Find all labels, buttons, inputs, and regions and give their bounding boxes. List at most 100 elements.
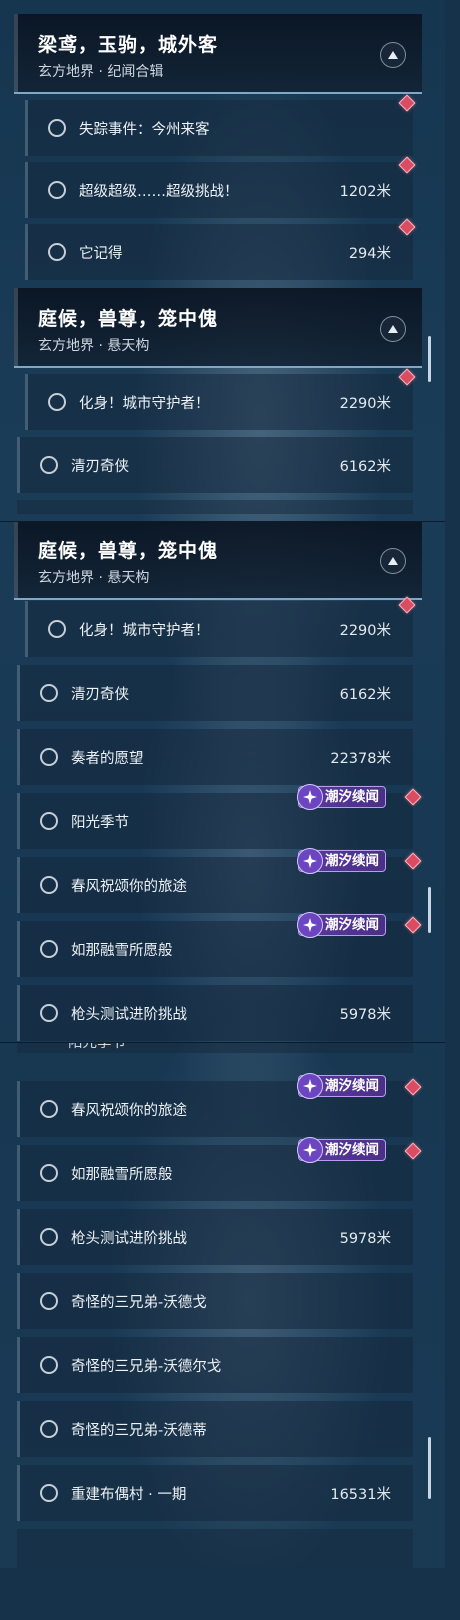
scrollbar-thumb[interactable] <box>428 1437 431 1499</box>
quest-label: 清刃奇侠 <box>71 459 129 475</box>
tag-label: 潮汐续闻 <box>325 917 379 933</box>
quest-group-header[interactable]: 庭候，兽尊，笼中傀 玄方地界 · 悬天构 <box>14 288 422 368</box>
quest-item[interactable]: 奇怪的三兄弟-沃德戈 <box>17 1273 413 1329</box>
tidal-tag-badge: 潮汐续闻 <box>297 848 386 874</box>
radio-empty-icon <box>40 812 58 830</box>
chevron-up-icon <box>388 325 398 333</box>
list-item-partial <box>17 500 413 514</box>
radio-empty-icon <box>40 1100 58 1118</box>
quest-item[interactable]: 化身！城市守护者！ 2290米 <box>25 374 413 430</box>
quest-item[interactable]: 奇怪的三兄弟-沃德尔戈 <box>17 1337 413 1393</box>
collapse-button[interactable] <box>380 548 406 574</box>
tidal-tag-badge: 潮汐续闻 <box>297 784 386 810</box>
quest-label: 奇怪的三兄弟-沃德尔戈 <box>71 1359 222 1375</box>
quest-list-panel-2: 庭候，兽尊，笼中傀 玄方地界 · 悬天构 化身！城市守护者！ 2290米 清刃奇… <box>0 521 445 1042</box>
radio-empty-icon <box>40 1004 58 1022</box>
scrollbar-thumb[interactable] <box>428 887 431 933</box>
quest-item[interactable]: 清刃奇侠 6162米 <box>17 665 413 721</box>
radio-empty-icon <box>48 181 66 199</box>
quest-group-title: 庭候，兽尊，笼中傀 <box>38 540 219 562</box>
quest-distance: 6162米 <box>339 459 391 475</box>
scrollbar-thumb[interactable] <box>428 336 431 382</box>
quest-label: 枪头测试进阶挑战 <box>71 1007 187 1023</box>
radio-empty-icon <box>40 1484 58 1502</box>
quest-group-subtitle: 玄方地界 · 悬天构 <box>38 338 150 354</box>
radio-empty-icon <box>48 119 66 137</box>
quest-item[interactable]: 化身！城市守护者！ 2290米 <box>25 601 413 657</box>
tidal-tag-badge: 潮汐续闻 <box>297 1073 386 1099</box>
tag-label: 潮汐续闻 <box>325 853 379 869</box>
quest-distance: 22378米 <box>330 751 391 767</box>
quest-item[interactable]: 它记得 294米 <box>25 224 413 280</box>
quest-item[interactable]: 枪头测试进阶挑战 5978米 <box>17 1209 413 1265</box>
chevron-up-icon <box>388 51 398 59</box>
radio-empty-icon <box>48 243 66 261</box>
quest-item[interactable]: 奇怪的三兄弟-沃德蒂 <box>17 1401 413 1457</box>
quest-item[interactable]: 奏者的愿望 22378米 <box>17 729 413 785</box>
quest-label: 如那融雪所愿般 <box>71 1167 173 1183</box>
radio-empty-icon <box>40 876 58 894</box>
quest-item[interactable]: 重建布偶村 · 一期 16531米 <box>17 1465 413 1521</box>
quest-distance: 6162米 <box>339 687 391 703</box>
tag-label: 潮汐续闻 <box>325 1078 379 1094</box>
quest-label: 化身！城市守护者！ <box>79 396 210 412</box>
quest-distance: 16531米 <box>330 1487 391 1503</box>
chevron-up-icon <box>388 557 398 565</box>
quest-label: 春风祝颂你的旅途 <box>71 1103 187 1119</box>
quest-group-header[interactable]: 庭候，兽尊，笼中傀 玄方地界 · 悬天构 <box>14 522 422 600</box>
radio-empty-icon <box>40 1228 58 1246</box>
tidal-star-icon <box>297 1073 323 1099</box>
quest-group-title: 梁鸢，玉驹，城外客 <box>38 34 219 56</box>
quest-label: 它记得 <box>79 246 123 262</box>
quest-label: 枪头测试进阶挑战 <box>71 1231 187 1247</box>
radio-empty-icon <box>40 1164 58 1182</box>
quest-label: 化身！城市守护者！ <box>79 623 210 639</box>
collapse-button[interactable] <box>380 316 406 342</box>
radio-empty-icon <box>40 1292 58 1310</box>
tag-label: 潮汐续闻 <box>325 1142 379 1158</box>
tag-label: 潮汐续闻 <box>325 789 379 805</box>
quest-label: 清刃奇侠 <box>71 687 129 703</box>
quest-distance: 2290米 <box>339 396 391 412</box>
radio-empty-icon <box>48 620 66 638</box>
quest-group-subtitle: 玄方地界 · 悬天构 <box>38 570 150 586</box>
radio-empty-icon <box>40 456 58 474</box>
quest-label: 如那融雪所愿般 <box>71 943 173 959</box>
tidal-star-icon <box>297 912 323 938</box>
quest-list-panel-3: 阳光季节 春风祝颂你的旅途 潮汐续闻 如那融雪所愿般 潮汐续闻 枪头测试进阶挑战… <box>0 1042 445 1568</box>
quest-label: 春风祝颂你的旅途 <box>71 879 187 895</box>
quest-label: 超级超级……超级挑战！ <box>79 184 239 200</box>
tidal-star-icon <box>297 784 323 810</box>
quest-label: 奏者的愿望 <box>71 751 144 767</box>
radio-empty-icon <box>40 748 58 766</box>
quest-group-title: 庭候，兽尊，笼中傀 <box>38 308 219 330</box>
quest-item[interactable]: 失踪事件：今州来客 <box>25 100 413 156</box>
list-item-partial: 阳光季节 <box>17 1042 413 1053</box>
quest-label: 阳光季节 <box>68 1042 126 1051</box>
quest-label: 奇怪的三兄弟-沃德戈 <box>71 1295 207 1311</box>
radio-empty-icon <box>48 393 66 411</box>
tidal-star-icon <box>297 1137 323 1163</box>
tidal-tag-badge: 潮汐续闻 <box>297 1137 386 1163</box>
quest-label: 奇怪的三兄弟-沃德蒂 <box>71 1423 207 1439</box>
quest-group-subtitle: 玄方地界 · 纪闻合辑 <box>38 64 164 80</box>
radio-empty-icon <box>40 1420 58 1438</box>
radio-empty-icon <box>40 940 58 958</box>
quest-distance: 294米 <box>348 246 391 262</box>
radio-empty-icon <box>40 1356 58 1374</box>
quest-item[interactable]: 清刃奇侠 6162米 <box>17 437 413 493</box>
quest-group-header[interactable]: 梁鸢，玉驹，城外客 玄方地界 · 纪闻合辑 <box>14 14 422 94</box>
quest-item[interactable]: 超级超级……超级挑战！ 1202米 <box>25 162 413 218</box>
quest-distance: 1202米 <box>339 184 391 200</box>
radio-empty-icon <box>40 684 58 702</box>
quest-distance: 5978米 <box>339 1231 391 1247</box>
list-item-partial <box>17 1529 413 1568</box>
collapse-button[interactable] <box>380 42 406 68</box>
quest-distance: 5978米 <box>339 1007 391 1023</box>
quest-list-panel-1: 梁鸢，玉驹，城外客 玄方地界 · 纪闻合辑 失踪事件：今州来客 超级超级……超级… <box>0 0 445 521</box>
quest-label: 重建布偶村 · 一期 <box>71 1487 187 1503</box>
quest-distance: 2290米 <box>339 623 391 639</box>
quest-label: 阳光季节 <box>71 815 129 831</box>
quest-item[interactable]: 枪头测试进阶挑战 5978米 <box>17 985 413 1041</box>
tidal-star-icon <box>297 848 323 874</box>
